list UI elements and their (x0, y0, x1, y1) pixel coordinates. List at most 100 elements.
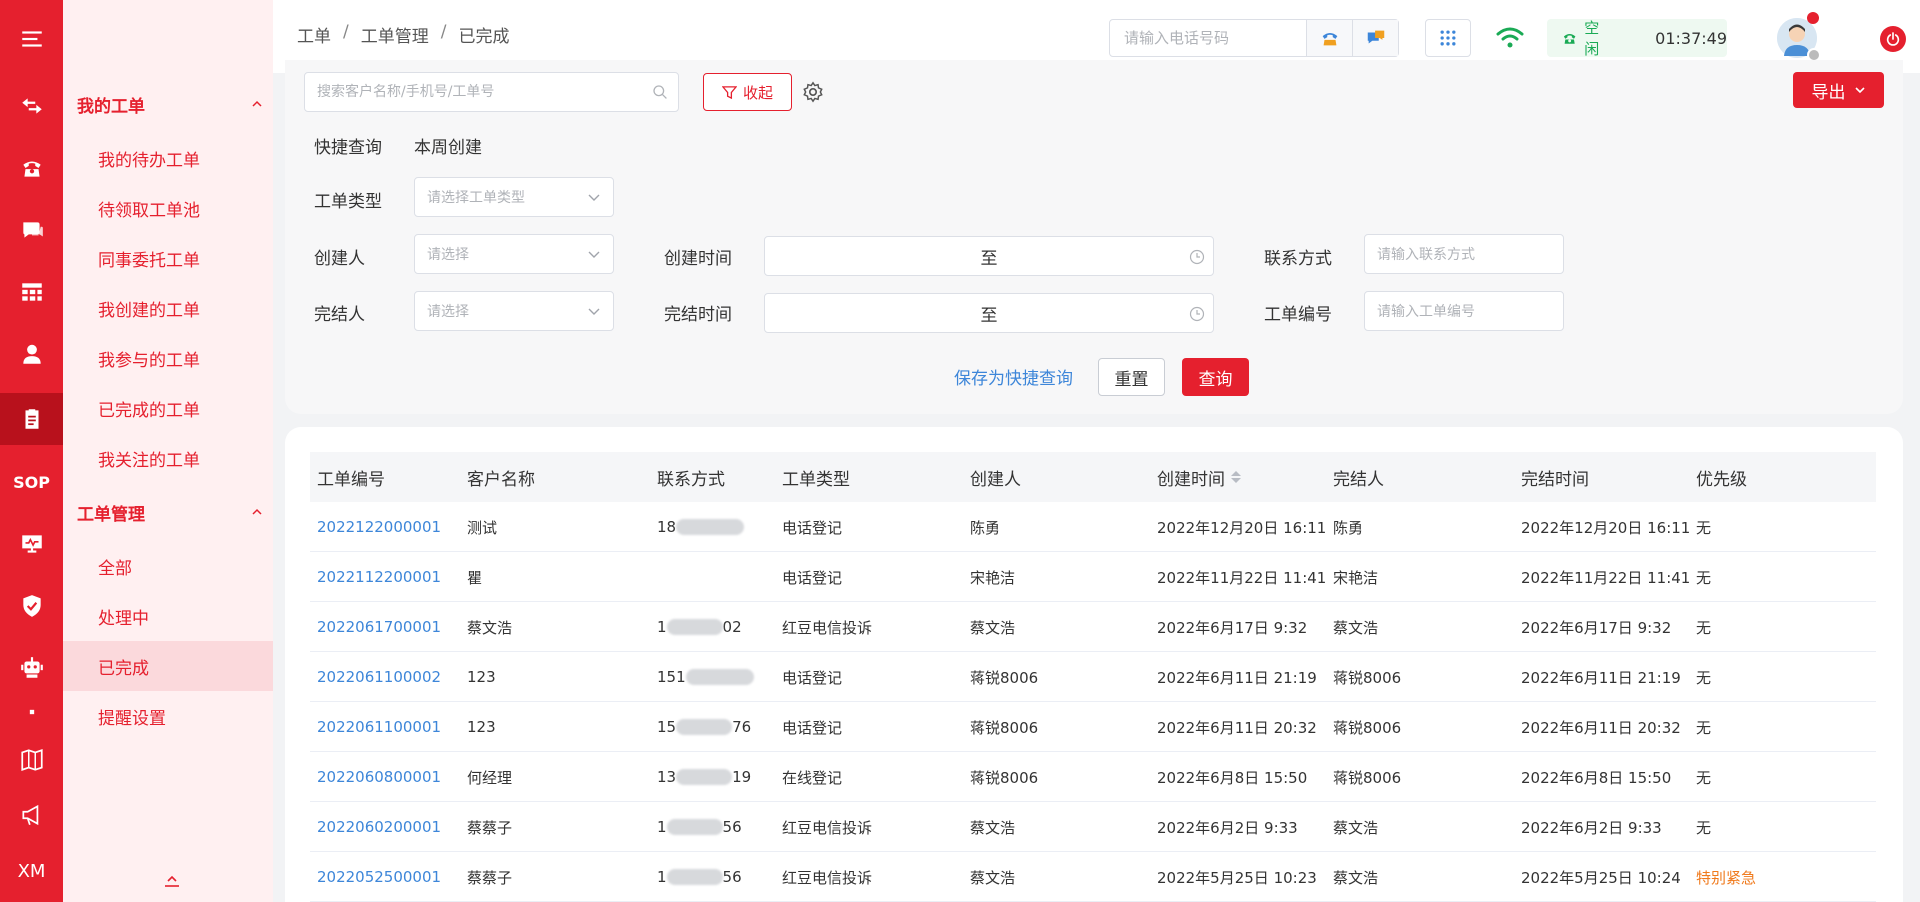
menu-item-followed[interactable]: 我关注的工单 (63, 433, 273, 483)
gear-icon[interactable] (802, 81, 824, 103)
shield-icon[interactable] (0, 581, 63, 631)
cell-finisher: 宋艳洁 (1333, 568, 1379, 587)
status-timer: 01:37:49 (1655, 28, 1727, 48)
logout-button[interactable] (1880, 26, 1906, 52)
menu-group-my-orders[interactable]: 我的工单 (77, 86, 263, 122)
table-row[interactable]: 2022122000001 测试 18 电话登记 陈勇 2022年12月20日 16:11… (310, 502, 1876, 552)
agent-status[interactable]: 空闲 01:37:49 (1547, 19, 1727, 58)
monitor-icon[interactable] (0, 519, 63, 569)
cell-finisher: 蔡文浩 (1333, 868, 1379, 887)
contact-input[interactable]: 请输入联系方式 (1364, 234, 1564, 274)
cell-order-id[interactable]: 2022112200001 (317, 552, 441, 602)
megaphone-icon[interactable] (0, 790, 63, 840)
notification-dot (1807, 12, 1819, 24)
table-row[interactable]: 2022112200001 瞿 电话登记 宋艳洁 2022年11月22日 11:41 宋艳… (310, 552, 1876, 602)
table-row[interactable]: 2022061700001 蔡文浩 1 02 红豆电信投诉 蔡文浩 2022年6月17日 9… (310, 602, 1876, 652)
menu-group-order-mgmt[interactable]: 工单管理 (77, 494, 263, 530)
cell-order-id[interactable]: 2022060200001 (317, 802, 441, 852)
menu-item-pool[interactable]: 待领取工单池 (63, 183, 273, 233)
table-row[interactable]: 2022060800001 何经理 13 19 在线登记 蒋锐8006 2022年6月8日 … (310, 752, 1876, 802)
save-quick-query-link[interactable]: 保存为快捷查询 (954, 364, 1073, 389)
menu-item-reminder[interactable]: 提醒设置 (63, 691, 273, 741)
search-input[interactable] (305, 74, 642, 110)
cell-order-id[interactable]: 2022061100001 (317, 702, 441, 752)
cell-customer: 123 (467, 668, 496, 686)
chevron-down-icon (588, 194, 600, 201)
cell-order-id[interactable]: 2022061700001 (317, 602, 441, 652)
finish-time-range[interactable]: 至 (764, 293, 1214, 333)
message-button[interactable] (1352, 20, 1398, 56)
phone-icon[interactable] (0, 143, 63, 193)
menu-item-processing[interactable]: 处理中 (63, 591, 273, 641)
table-row[interactable]: 2022061100001 123 15 76 电话登记 蒋锐8006 2022年6月11日… (310, 702, 1876, 752)
finisher-select[interactable]: 请选择 (414, 291, 614, 331)
status-label: 空闲 (1584, 19, 1600, 58)
create-time-range[interactable]: 至 (764, 236, 1214, 276)
cell-priority: 无 (1696, 718, 1712, 737)
breadcrumb-level1[interactable]: 工单 (297, 22, 331, 47)
table-icon[interactable] (0, 267, 63, 317)
transfer-icon[interactable] (0, 81, 63, 131)
contact-prefix: 1 (657, 618, 667, 636)
quick-query-this-week[interactable]: 本周创建 (414, 133, 482, 158)
menu-item-my-todo[interactable]: 我的待办工单 (63, 133, 273, 183)
export-button[interactable]: 导出 (1793, 72, 1884, 108)
xm-label[interactable]: XM (0, 846, 63, 896)
phone-number-input[interactable] (1110, 20, 1306, 56)
column-header: 工单类型 (782, 469, 850, 490)
robot-icon[interactable] (0, 643, 63, 693)
table-row[interactable]: 2022061100002 123 151 电话登记 蒋锐8006 2022年6月11日 … (310, 652, 1876, 702)
breadcrumb-level2[interactable]: 工单管理 (361, 22, 429, 47)
sort-icon[interactable] (1231, 471, 1241, 483)
breadcrumb-level3: 已完成 (458, 27, 510, 47)
cell-created-time: 2022年6月17日 9:32 (1157, 618, 1308, 637)
menu-item-label: 全部 (98, 558, 132, 579)
collapse-menu-icon[interactable] (163, 875, 181, 889)
clipboard-icon[interactable] (0, 393, 63, 445)
order-type-select[interactable]: 请选择工单类型 (414, 177, 614, 217)
cell-priority: 无 (1696, 768, 1712, 787)
cell-creator: 蒋锐8006 (970, 668, 1039, 687)
finish-time-label: 完结时间 (664, 305, 732, 325)
chat-icon[interactable] (0, 205, 63, 255)
cell-contact: 18 (657, 502, 745, 552)
contact-prefix: 15 (657, 718, 677, 736)
reset-button[interactable]: 重置 (1098, 358, 1165, 396)
menu-item-done[interactable]: 已完成 (63, 641, 273, 691)
dial-button[interactable] (1306, 20, 1352, 56)
sop-label[interactable]: SOP (0, 457, 63, 507)
cell-type: 电话登记 (782, 718, 843, 737)
cell-customer: 蔡蔡子 (467, 818, 513, 837)
menu-item-completed[interactable]: 已完成的工单 (63, 383, 273, 433)
range-separator: 至 (980, 305, 998, 326)
apps-grid-icon (1440, 30, 1456, 46)
collapse-filter-button[interactable]: 收起 (703, 73, 792, 111)
contact-suffix: 56 (722, 818, 742, 836)
menu-item-created[interactable]: 我创建的工单 (63, 283, 273, 333)
menu-item-delegated[interactable]: 同事委托工单 (63, 233, 273, 283)
menu-item-participated[interactable]: 我参与的工单 (63, 333, 273, 383)
creator-select[interactable]: 请选择 (414, 234, 614, 274)
avatar[interactable] (1777, 12, 1821, 62)
contact-suffix: 19 (732, 768, 752, 786)
table-row[interactable]: 2022052500001 蔡蔡子 1 56 红豆电信投诉 蔡文浩 2022年5月25日 1… (310, 852, 1876, 902)
table-row[interactable]: 2022060200001 蔡蔡子 1 56 红豆电信投诉 蔡文浩 2022年6月2日 9:… (310, 802, 1876, 852)
book-icon[interactable] (0, 735, 63, 785)
apps-button[interactable] (1425, 19, 1471, 57)
column-header-sortable[interactable]: 创建时间 (1157, 452, 1241, 502)
cell-order-id[interactable]: 2022052500001 (317, 852, 441, 902)
user-icon[interactable] (0, 329, 63, 379)
menu-icon[interactable] (0, 14, 63, 64)
order-no-input[interactable]: 请输入工单编号 (1364, 291, 1564, 331)
dial-box (1109, 19, 1399, 57)
search-icon[interactable] (642, 74, 678, 110)
query-button[interactable]: 查询 (1182, 358, 1249, 396)
menu-item-all[interactable]: 全部 (63, 541, 273, 591)
cell-creator: 蔡文浩 (970, 818, 1016, 837)
masked-phone (676, 769, 733, 785)
cell-order-id[interactable]: 2022061100002 (317, 652, 441, 702)
cell-order-id[interactable]: 2022060800001 (317, 752, 441, 802)
cell-order-id[interactable]: 2022122000001 (317, 502, 441, 552)
chevron-up-icon (252, 508, 262, 515)
contact-prefix: 13 (657, 768, 677, 786)
